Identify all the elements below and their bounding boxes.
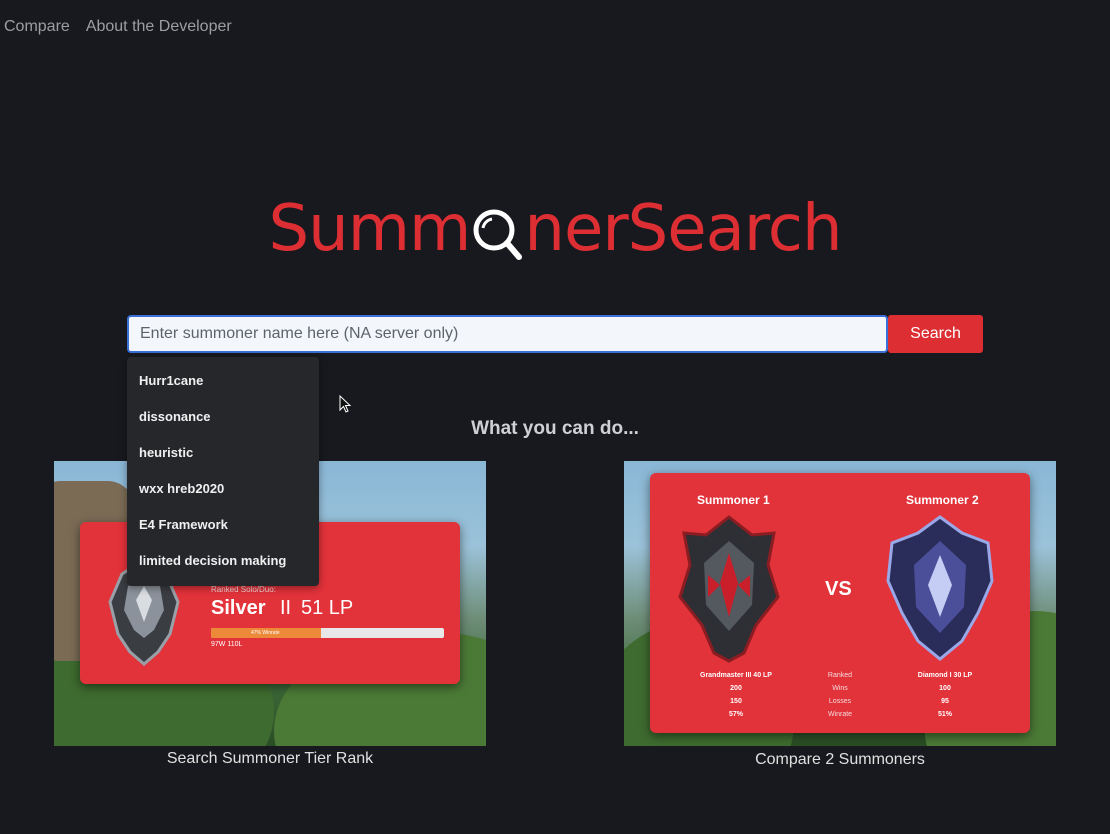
mouse-cursor-icon xyxy=(339,394,352,418)
compare-feature-caption: Compare 2 Summoners xyxy=(755,751,925,768)
winrate-bar: 47% Winrate xyxy=(211,628,444,638)
logo-text-left: Summ xyxy=(268,192,472,266)
vs-label: VS xyxy=(825,578,852,600)
suggestion-item[interactable]: dissonance xyxy=(127,399,319,435)
label-wins: Wins xyxy=(832,685,848,692)
search-bar: Search xyxy=(127,315,983,353)
suggestion-item[interactable]: E4 Framework xyxy=(127,507,319,543)
logo-text-right: nerSearch xyxy=(524,192,842,266)
suggestion-item[interactable]: heuristic xyxy=(127,435,319,471)
top-nav: Compare About the Developer xyxy=(4,18,232,36)
winrate-text: 47% Winrate xyxy=(251,630,280,636)
magnifier-icon xyxy=(470,192,524,260)
rank-division: II xyxy=(280,597,292,619)
label-losses: Losses xyxy=(828,698,852,705)
summoner1-losses: 150 xyxy=(730,698,742,705)
nav-about-link[interactable]: About the Developer xyxy=(86,18,232,36)
compare-preview-image[interactable]: Summoner 1 Summoner 2 VS Grandmaster III… xyxy=(624,461,1056,746)
summoner1-stats: Grandmaster III 40 LP 200 150 57% xyxy=(686,669,786,721)
suggestion-item[interactable]: limited decision making xyxy=(127,543,319,579)
summoner2-winrate: 51% xyxy=(937,711,952,718)
win-loss-text: 97W 110L xyxy=(211,641,243,648)
search-button[interactable]: Search xyxy=(888,315,983,353)
rank-tier: Silver xyxy=(211,597,266,619)
summoner2-stats: Diamond I 30 LP 100 95 51% xyxy=(895,669,995,721)
label-ranked: Ranked xyxy=(827,672,853,679)
suggestion-item[interactable]: wxx hreb2020 xyxy=(127,471,319,507)
label-winrate: Winrate xyxy=(827,711,853,718)
summoner1-wins: 200 xyxy=(730,685,742,692)
diamond-emblem-icon xyxy=(886,515,994,661)
summoner1-title: Summoner 1 xyxy=(697,493,770,507)
rank-lp: 51 LP xyxy=(301,597,354,619)
nav-compare-link[interactable]: Compare xyxy=(4,18,70,36)
grandmaster-emblem-icon xyxy=(678,515,780,663)
summoner-search-input[interactable] xyxy=(127,315,888,353)
stat-labels: Ranked Wins Losses Winrate xyxy=(810,669,870,721)
summoner2-losses: 95 xyxy=(941,698,949,705)
site-logo: Summ nerSearch xyxy=(0,192,1110,266)
ranked-label: Ranked Solo/Duo: xyxy=(211,585,276,594)
summoner2-wins: 100 xyxy=(939,685,951,692)
summoner1-winrate: 57% xyxy=(728,711,743,718)
summoner2-title: Summoner 2 xyxy=(906,493,979,507)
summoner1-rank: Grandmaster III 40 LP xyxy=(700,672,772,679)
summoner2-rank: Diamond I 30 LP xyxy=(917,672,973,679)
suggestion-dropdown: Hurr1cane dissonance heuristic wxx hreb2… xyxy=(127,357,319,586)
suggestion-item[interactable]: Hurr1cane xyxy=(127,363,319,399)
compare-panel: Summoner 1 Summoner 2 VS Grandmaster III… xyxy=(650,473,1030,733)
search-feature-caption: Search Summoner Tier Rank xyxy=(166,750,374,767)
